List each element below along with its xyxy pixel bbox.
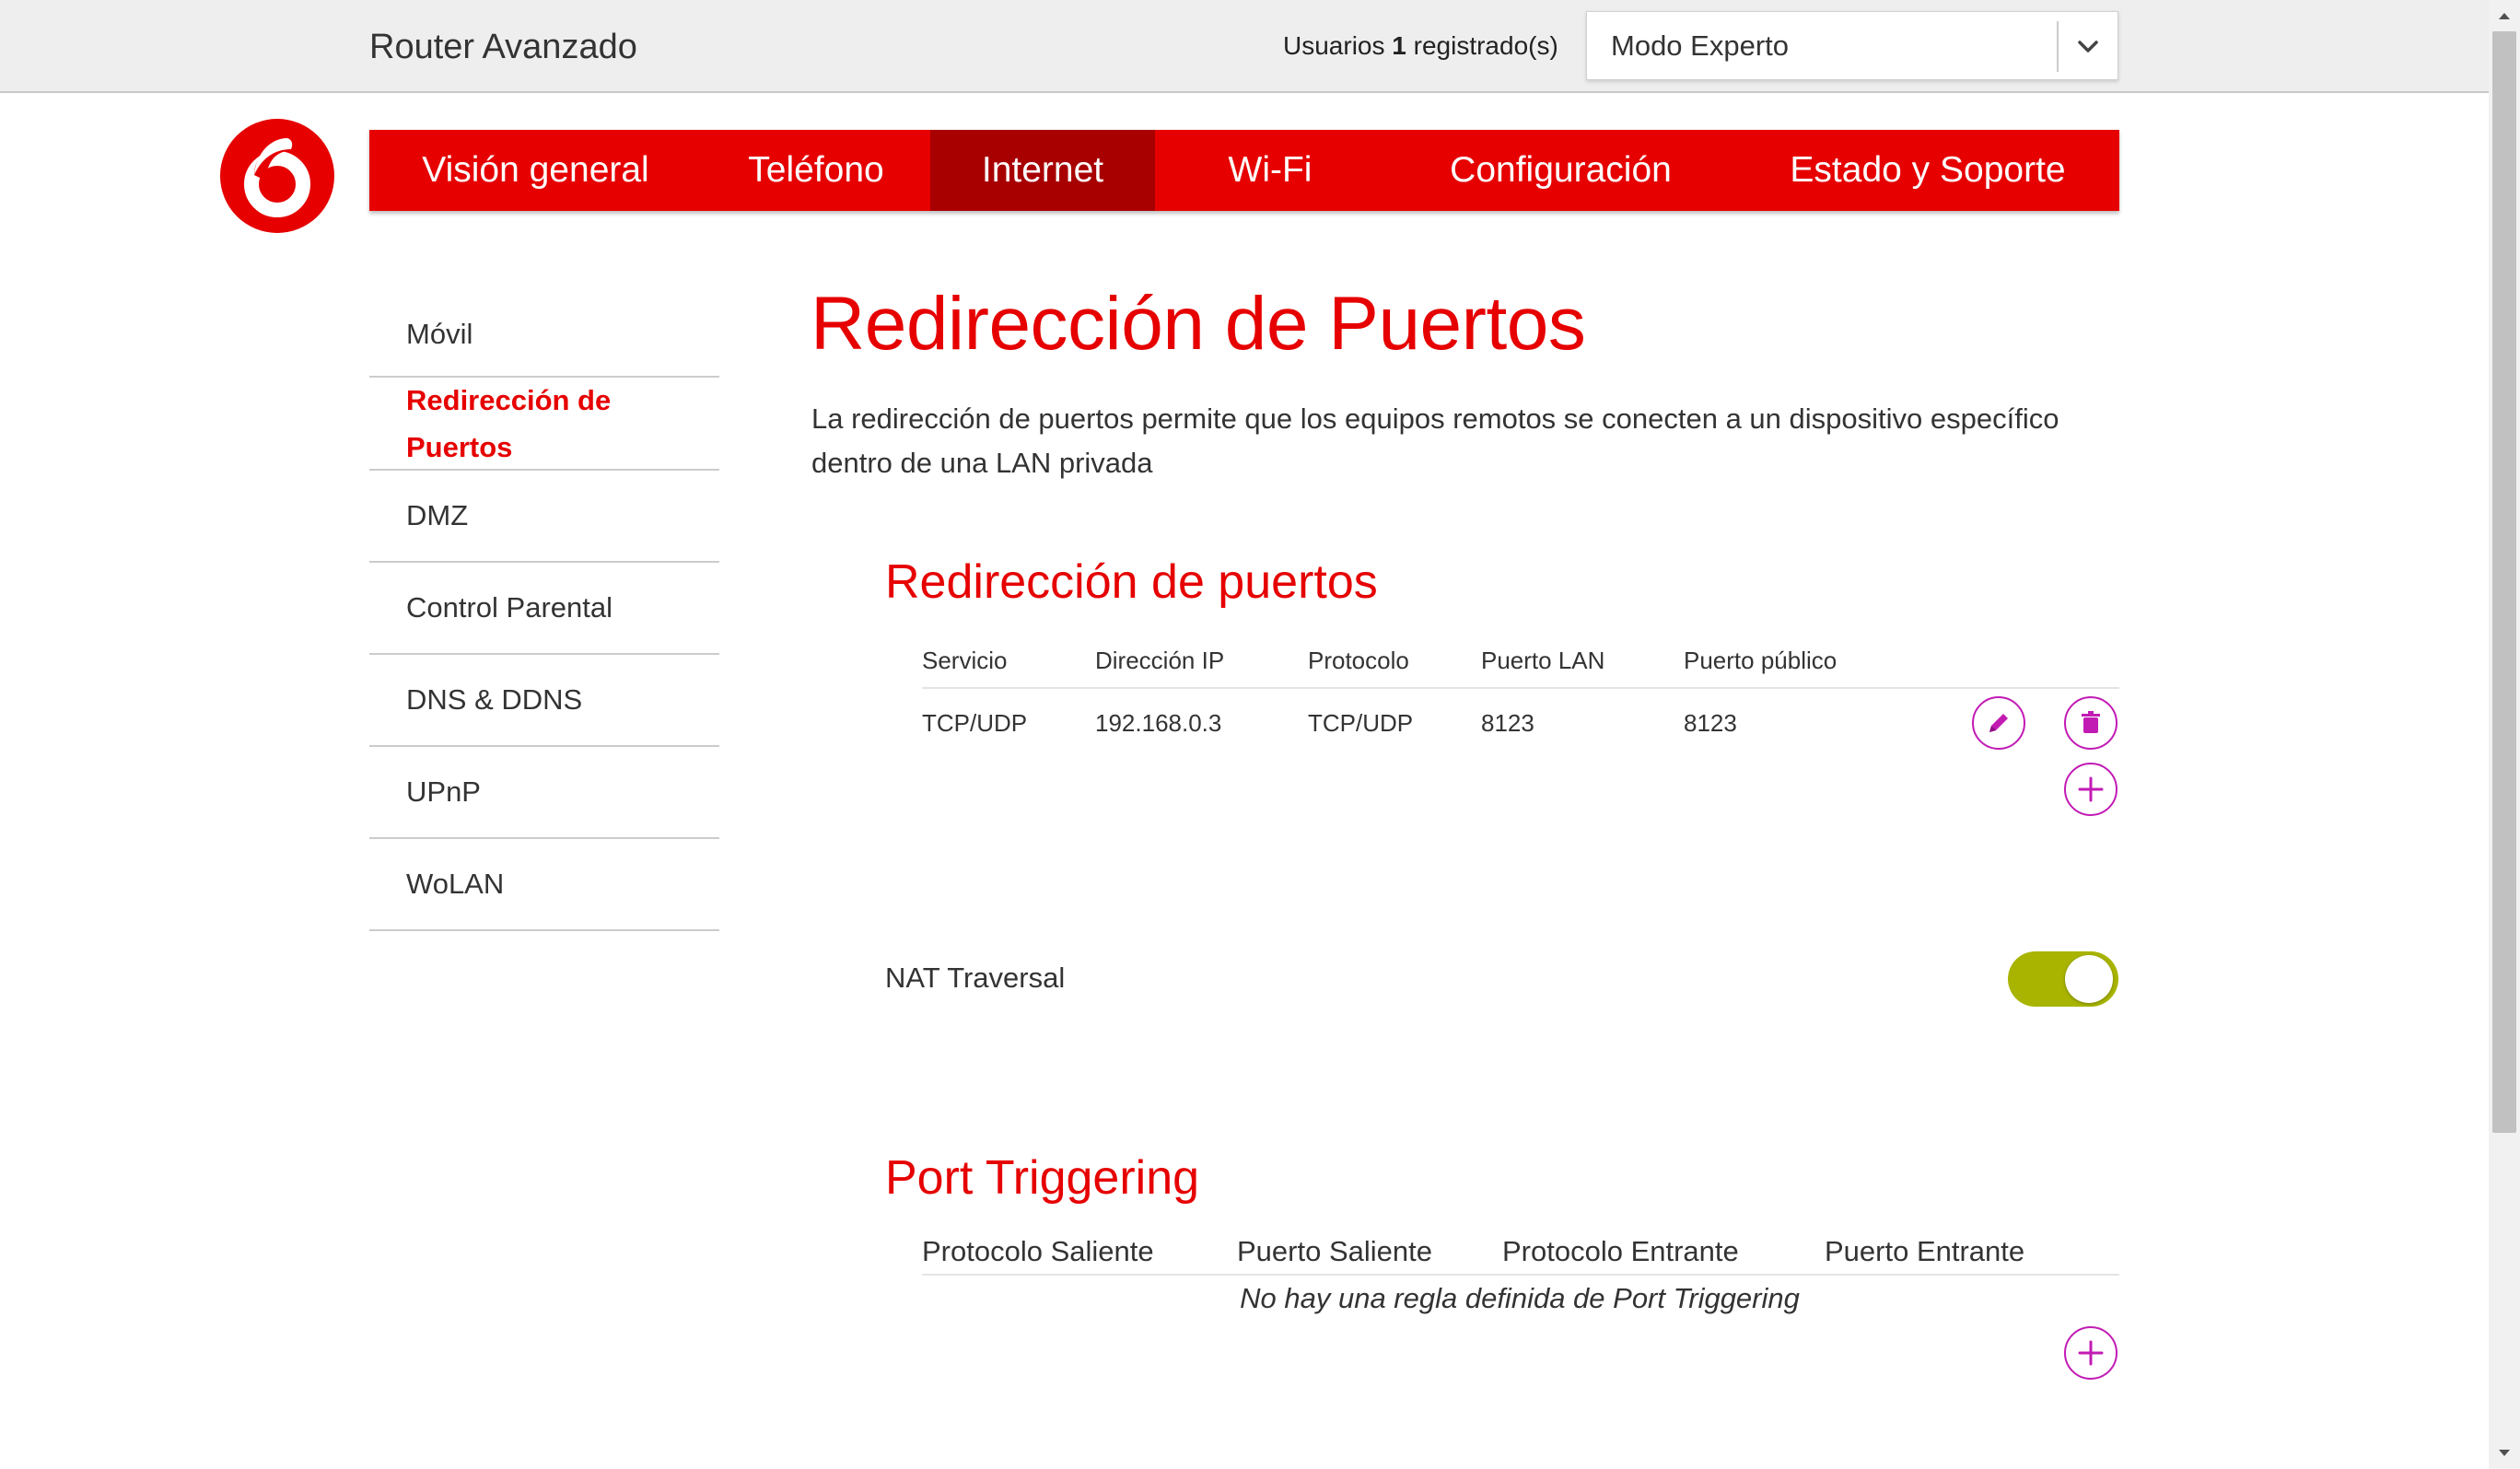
mode-select[interactable]: Modo Experto (1586, 11, 2118, 80)
sidebar-item-movil[interactable]: Móvil (369, 293, 719, 378)
mode-select-divider (2057, 21, 2059, 72)
top-bar: Router Avanzado Usuarios 1 registrado(s)… (0, 0, 2489, 93)
scrollbar-thumb[interactable] (2492, 31, 2516, 1133)
table-header-divider (922, 687, 2119, 689)
nat-traversal-toggle[interactable] (2008, 951, 2118, 1007)
users-suffix: registrado(s) (1413, 31, 1558, 60)
edit-icon (1989, 714, 2008, 732)
vodafone-logo-icon[interactable] (219, 118, 335, 234)
sidebar-item-wolan[interactable]: WoLAN (369, 839, 719, 931)
add-icon (2078, 776, 2104, 802)
column-header-direccion-ip: Dirección IP (1095, 647, 1225, 674)
column-header-protocolo-saliente: Protocolo Saliente (922, 1235, 1154, 1267)
column-header-puerto-lan: Puerto LAN (1481, 647, 1605, 674)
column-header-protocolo: Protocolo (1308, 647, 1409, 674)
app-title: Router Avanzado (369, 28, 637, 66)
cell-puerto-publico: 8123 (1684, 709, 1737, 737)
cell-direccion-ip: 192.168.0.3 (1095, 709, 1222, 737)
delete-icon (2082, 711, 2100, 733)
nav-tab-estado-soporte[interactable]: Estado y Soporte (1736, 130, 2119, 211)
page-title: Redirección de Puertos (811, 282, 1586, 366)
edit-rule-button[interactable] (1972, 696, 2025, 750)
mode-select-value: Modo Experto (1611, 29, 1789, 62)
column-header-puerto-entrante: Puerto Entrante (1825, 1235, 2025, 1267)
sidebar-item-dmz[interactable]: DMZ (369, 471, 719, 563)
nav-tab-internet[interactable]: Internet (930, 130, 1155, 211)
sidebar-item-dns-ddns[interactable]: DNS & DDNS (369, 655, 719, 747)
nav-tab-vision-general[interactable]: Visión general (369, 130, 702, 211)
port-triggering-empty-message: No hay una regla definida de Port Trigge… (1240, 1282, 1800, 1314)
add-icon (2078, 1340, 2104, 1366)
nav-tab-wifi[interactable]: Wi-Fi (1155, 130, 1385, 211)
column-header-puerto-publico: Puerto público (1684, 647, 1838, 674)
users-prefix: Usuarios (1283, 31, 1385, 60)
column-header-puerto-saliente: Puerto Saliente (1237, 1235, 1432, 1267)
chevron-down-icon (2078, 41, 2098, 52)
cell-puerto-lan: 8123 (1481, 709, 1534, 737)
column-header-protocolo-entrante: Protocolo Entrante (1502, 1235, 1739, 1267)
delete-rule-button[interactable] (2064, 696, 2118, 750)
scrollbar[interactable] (2489, 0, 2520, 1469)
users-count: 1 (1392, 31, 1406, 60)
cell-protocolo: TCP/UDP (1308, 709, 1414, 737)
main-nav: Visión general Teléfono Internet Wi-Fi C… (369, 130, 2119, 211)
toggle-knob (2065, 955, 2113, 1003)
column-header-servicio: Servicio (922, 647, 1008, 674)
add-port-forwarding-button[interactable] (2064, 763, 2118, 816)
scroll-up-arrow-icon[interactable] (2489, 0, 2520, 31)
scroll-down-arrow-icon[interactable] (2489, 1438, 2520, 1469)
nat-traversal-label: NAT Traversal (885, 962, 1066, 994)
sidebar-item-control-parental[interactable]: Control Parental (369, 563, 719, 655)
port-forwarding-title: Redirección de puertos (885, 555, 1378, 609)
sidebar-item-upnp[interactable]: UPnP (369, 747, 719, 839)
nav-tab-configuracion[interactable]: Configuración (1385, 130, 1736, 211)
triggering-header-divider (922, 1274, 2119, 1276)
users-status: Usuarios 1 registrado(s) (1283, 31, 1558, 61)
port-triggering-title: Port Triggering (885, 1151, 1200, 1205)
add-port-triggering-button[interactable] (2064, 1326, 2118, 1380)
sidebar-item-redireccion-puertos[interactable]: Redirección de Puertos (369, 378, 719, 471)
sidebar: Móvil Redirección de Puertos DMZ Control… (369, 293, 719, 931)
page-description: La redirección de puertos permite que lo… (811, 402, 2059, 479)
nav-tab-telefono[interactable]: Teléfono (702, 130, 930, 211)
cell-servicio: TCP/UDP (922, 709, 1028, 737)
